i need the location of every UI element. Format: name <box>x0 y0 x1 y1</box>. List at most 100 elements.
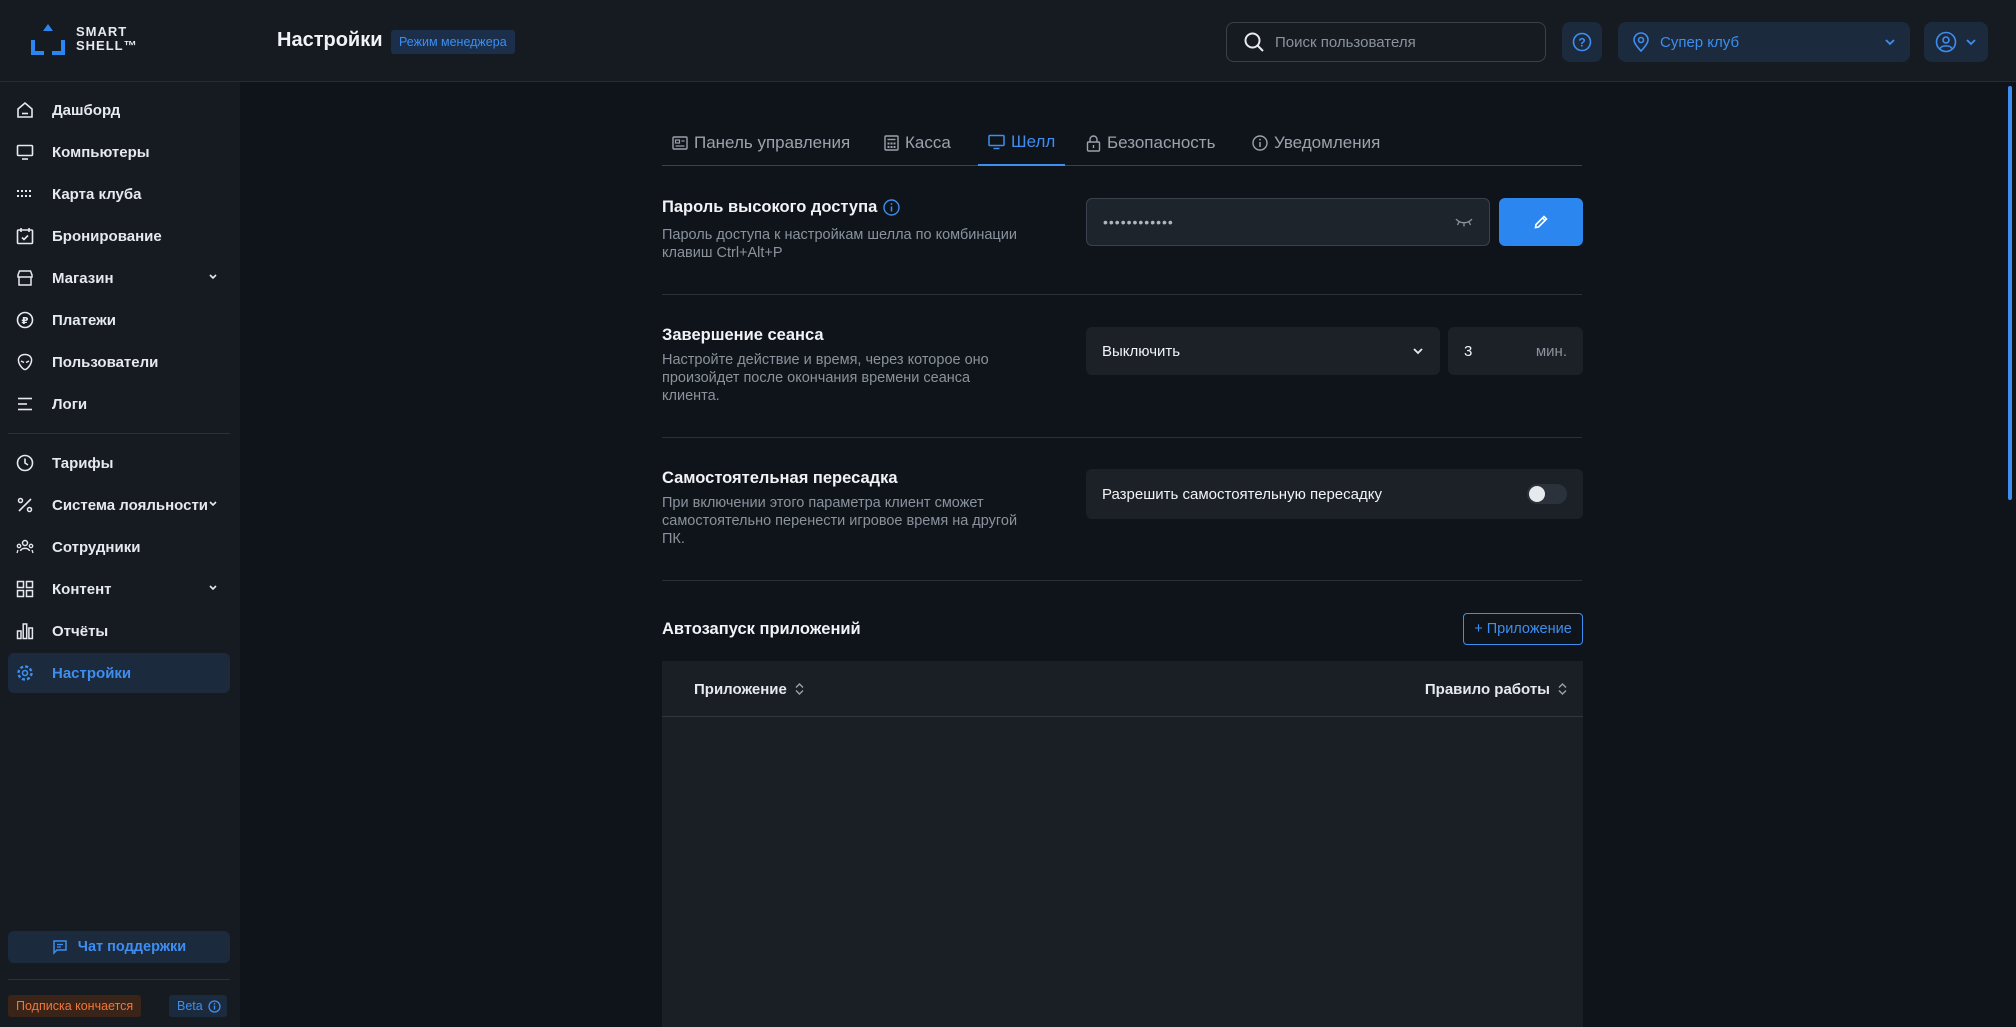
sidebar-item-club-map[interactable]: Карта клуба <box>8 174 230 214</box>
sidebar-item-payments[interactable]: ₽ Платежи <box>8 300 230 340</box>
top-header: SMART SHELL™ Настройки Режим менеджера ?… <box>0 0 2016 82</box>
minutes-unit: мин. <box>1535 342 1567 360</box>
sidebar-item-staff[interactable]: Сотрудники <box>8 527 230 567</box>
alien-head-icon <box>16 353 34 371</box>
sidebar-item-label: Сотрудники <box>52 538 141 556</box>
sidebar-item-label: Логи <box>52 395 88 413</box>
self-transfer-toggle[interactable] <box>1527 484 1567 504</box>
tab-label: Шелл <box>1011 132 1056 151</box>
pencil-icon <box>1533 214 1549 230</box>
password-field[interactable]: •••••••••••• <box>1086 198 1490 246</box>
sidebar-divider <box>8 433 230 434</box>
sidebar-item-dashboard[interactable]: Дашборд <box>8 90 230 130</box>
sidebar-item-content[interactable]: Контент <box>8 569 230 609</box>
tab-notifications[interactable]: Уведомления <box>1242 120 1390 166</box>
logo-icon <box>31 24 65 55</box>
sidebar-item-logs[interactable]: Логи <box>8 384 230 424</box>
logo-wordmark: SMART SHELL™ <box>76 24 138 53</box>
sidebar-item-reports[interactable]: Отчёты <box>8 611 230 651</box>
beta-label: Beta <box>177 999 203 1013</box>
minutes-value: 3 <box>1464 342 1473 360</box>
apps-grid-icon <box>16 580 34 598</box>
eye-closed-icon[interactable] <box>1455 217 1473 227</box>
sort-icon <box>795 682 804 696</box>
sidebar-item-loyalty[interactable]: Система лояльности <box>8 485 230 525</box>
chevron-down-icon <box>1965 38 1977 46</box>
sidebar-item-settings[interactable]: Настройки <box>8 653 230 693</box>
info-icon <box>1252 135 1268 151</box>
chevron-down-icon <box>1412 347 1424 355</box>
ruble-icon: ₽ <box>16 311 34 329</box>
password-section-title: Пароль высокого доступа <box>662 198 900 217</box>
tab-shell[interactable]: Шелл <box>978 120 1066 166</box>
dashboard-icon <box>672 135 688 151</box>
column-label: Правило работы <box>1424 680 1550 698</box>
session-end-section-description: Настройте действие и время, через которо… <box>662 352 989 404</box>
search-input[interactable] <box>1275 33 1515 51</box>
sidebar-item-shop[interactable]: Магазин <box>8 258 230 298</box>
sidebar-item-label: Настройки <box>52 664 132 682</box>
home-icon <box>16 101 34 119</box>
section-title-text: Пароль высокого доступа <box>662 198 878 216</box>
users-icon <box>16 538 34 556</box>
lock-icon <box>1086 134 1101 152</box>
manager-mode-badge: Режим менеджера <box>391 30 515 54</box>
column-label: Приложение <box>694 680 787 698</box>
user-search[interactable] <box>1226 22 1546 62</box>
profile-menu-button[interactable] <box>1924 22 1988 62</box>
sidebar-item-label: Платежи <box>52 311 116 329</box>
sidebar-item-tariffs[interactable]: Тарифы <box>8 443 230 483</box>
sidebar-item-users[interactable]: Пользователи <box>8 342 230 382</box>
help-button[interactable]: ? <box>1562 22 1602 62</box>
sidebar-item-label: Тарифы <box>52 454 114 472</box>
clock-icon <box>16 454 34 472</box>
club-selector[interactable]: Супер клуб <box>1618 22 1910 62</box>
info-icon[interactable] <box>883 199 900 216</box>
page-title: Настройки <box>277 29 383 51</box>
smartshell-logo[interactable]: SMART SHELL™ <box>30 22 138 56</box>
page-scrollbar[interactable] <box>2008 86 2012 500</box>
add-application-button[interactable]: + Приложение <box>1463 613 1583 645</box>
session-end-section-title: Завершение сеанса <box>662 326 824 345</box>
sidebar-item-label: Система лояльности <box>52 496 209 514</box>
column-header-run-rule[interactable]: Правило работы <box>1425 661 1567 717</box>
tab-label: Панель управления <box>694 133 851 152</box>
support-chat-button[interactable]: Чат поддержки <box>8 931 230 963</box>
store-icon <box>16 269 34 287</box>
chevron-down-icon <box>208 273 218 281</box>
location-pin-icon <box>1632 32 1650 52</box>
self-transfer-toggle-label: Разрешить самостоятельную пересадку <box>1102 485 1382 503</box>
chevron-down-icon <box>1884 38 1896 46</box>
sidebar-item-computers[interactable]: Компьютеры <box>8 132 230 172</box>
sidebar-item-booking[interactable]: Бронирование <box>8 216 230 256</box>
beta-badge[interactable]: Beta <box>169 995 227 1017</box>
sidebar-divider <box>8 979 230 980</box>
percent-icon <box>16 496 34 514</box>
tab-label: Безопасность <box>1107 133 1216 152</box>
session-end-minutes-input[interactable]: 3 мин. <box>1448 327 1583 375</box>
section-title-text: Завершение сеанса <box>662 326 824 344</box>
tab-control-panel[interactable]: Панель управления <box>662 120 860 166</box>
tab-label: Уведомления <box>1274 133 1381 152</box>
sidebar-item-label: Карта клуба <box>52 185 142 203</box>
self-transfer-toggle-row: Разрешить самостоятельную пересадку <box>1086 469 1583 519</box>
tab-security[interactable]: Безопасность <box>1076 120 1225 166</box>
sidebar-item-label: Компьютеры <box>52 143 150 161</box>
password-section-description: Пароль доступа к настройкам шелла по ком… <box>662 227 1017 261</box>
section-title-text: Автозапуск приложений <box>662 620 861 638</box>
chevron-down-icon <box>208 500 218 508</box>
gear-icon <box>16 664 34 682</box>
sidebar-item-label: Бронирование <box>52 227 162 245</box>
monitor-icon <box>16 143 34 161</box>
chat-icon <box>52 939 68 955</box>
column-header-application[interactable]: Приложение <box>694 661 804 717</box>
subscription-badge[interactable]: Подписка кончается <box>8 995 142 1017</box>
sidebar-item-label: Отчёты <box>52 622 109 640</box>
sidebar-item-label: Контент <box>52 580 112 598</box>
sort-icon <box>1558 682 1567 696</box>
tab-cashbox[interactable]: Касса <box>874 120 961 166</box>
session-end-action-select[interactable]: Выключить <box>1086 327 1440 375</box>
section-divider <box>662 580 1582 581</box>
help-icon: ? <box>1572 32 1592 52</box>
edit-password-button[interactable] <box>1499 198 1583 246</box>
